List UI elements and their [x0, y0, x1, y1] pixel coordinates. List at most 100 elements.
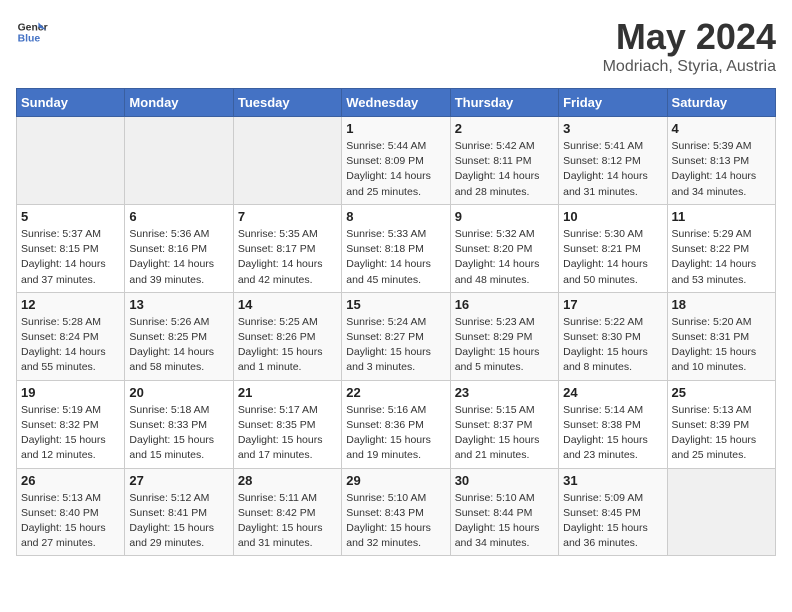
- day-info: Sunrise: 5:10 AMSunset: 8:44 PMDaylight:…: [455, 491, 554, 552]
- day-info: Sunrise: 5:32 AMSunset: 8:20 PMDaylight:…: [455, 227, 554, 288]
- day-info: Sunrise: 5:37 AMSunset: 8:15 PMDaylight:…: [21, 227, 120, 288]
- calendar-cell: 1 Sunrise: 5:44 AMSunset: 8:09 PMDaylight…: [342, 117, 450, 205]
- day-number: 7: [238, 209, 337, 224]
- day-info: Sunrise: 5:15 AMSunset: 8:37 PMDaylight:…: [455, 403, 554, 464]
- calendar-cell: 19Sunrise: 5:19 AMSunset: 8:32 PMDayligh…: [17, 380, 125, 468]
- day-number: 30: [455, 473, 554, 488]
- day-number: 31: [563, 473, 662, 488]
- day-info: Sunrise: 5:25 AMSunset: 8:26 PMDaylight:…: [238, 315, 337, 376]
- calendar-cell: 10 Sunrise: 5:30 AMSunset: 8:21 PMDayligh…: [559, 204, 667, 292]
- calendar-cell: 4Sunrise: 5:39 AMSunset: 8:13 PMDaylight…: [667, 117, 775, 205]
- dow-header-friday: Friday: [559, 89, 667, 117]
- page-subtitle: Modriach, Styria, Austria: [603, 58, 776, 76]
- calendar-week-3: 12Sunrise: 5:28 AMSunset: 8:24 PMDayligh…: [17, 292, 776, 380]
- calendar-cell: 9Sunrise: 5:32 AMSunset: 8:20 PMDaylight…: [450, 204, 558, 292]
- day-info: Sunrise: 5:11 AMSunset: 8:42 PMDaylight:…: [238, 491, 337, 552]
- day-info: Sunrise: 5:13 AMSunset: 8:39 PMDaylight:…: [672, 403, 771, 464]
- calendar-cell: 23 Sunrise: 5:15 AMSunset: 8:37 PMDayligh…: [450, 380, 558, 468]
- day-number: 29: [346, 473, 445, 488]
- calendar-cell: 3Sunrise: 5:41 AMSunset: 8:12 PMDaylight…: [559, 117, 667, 205]
- dow-header-wednesday: Wednesday: [342, 89, 450, 117]
- day-info: Sunrise: 5:16 AMSunset: 8:36 PMDaylight:…: [346, 403, 445, 464]
- calendar-cell: 29 Sunrise: 5:10 AMSunset: 8:43 PMDayligh…: [342, 468, 450, 556]
- day-number: 13: [129, 297, 228, 312]
- day-number: 8: [346, 209, 445, 224]
- day-info: Sunrise: 5:29 AMSunset: 8:22 PMDaylight:…: [672, 227, 771, 288]
- day-number: 10: [563, 209, 662, 224]
- logo: General Blue General Blue: [16, 16, 48, 48]
- calendar-cell: 14 Sunrise: 5:25 AMSunset: 8:26 PMDayligh…: [233, 292, 341, 380]
- day-number: 6: [129, 209, 228, 224]
- calendar-cell: 27Sunrise: 5:12 AMSunset: 8:41 PMDayligh…: [125, 468, 233, 556]
- day-number: 4: [672, 121, 771, 136]
- day-number: 1: [346, 121, 445, 136]
- dow-header-thursday: Thursday: [450, 89, 558, 117]
- day-number: 5: [21, 209, 120, 224]
- calendar-cell: [233, 117, 341, 205]
- calendar-cell: 6 Sunrise: 5:36 AMSunset: 8:16 PMDaylight…: [125, 204, 233, 292]
- page-header: General Blue General Blue May 2024 Modri…: [16, 16, 776, 76]
- day-info: Sunrise: 5:30 AMSunset: 8:21 PMDaylight:…: [563, 227, 662, 288]
- calendar-cell: 11 Sunrise: 5:29 AMSunset: 8:22 PMDayligh…: [667, 204, 775, 292]
- day-info: Sunrise: 5:42 AMSunset: 8:11 PMDaylight:…: [455, 139, 554, 200]
- day-info: Sunrise: 5:26 AMSunset: 8:25 PMDaylight:…: [129, 315, 228, 376]
- day-number: 24: [563, 385, 662, 400]
- day-number: 3: [563, 121, 662, 136]
- calendar-cell: 2 Sunrise: 5:42 AMSunset: 8:11 PMDaylight…: [450, 117, 558, 205]
- day-number: 16: [455, 297, 554, 312]
- day-number: 2: [455, 121, 554, 136]
- day-info: Sunrise: 5:23 AMSunset: 8:29 PMDaylight:…: [455, 315, 554, 376]
- day-info: Sunrise: 5:22 AMSunset: 8:30 PMDaylight:…: [563, 315, 662, 376]
- dow-header-sunday: Sunday: [17, 89, 125, 117]
- calendar-cell: 15 Sunrise: 5:24 AMSunset: 8:27 PMDayligh…: [342, 292, 450, 380]
- day-number: 21: [238, 385, 337, 400]
- title-area: May 2024 Modriach, Styria, Austria: [603, 16, 776, 76]
- calendar-cell: 12Sunrise: 5:28 AMSunset: 8:24 PMDayligh…: [17, 292, 125, 380]
- calendar-cell: 8Sunrise: 5:33 AMSunset: 8:18 PMDaylight…: [342, 204, 450, 292]
- calendar-cell: 13 Sunrise: 5:26 AMSunset: 8:25 PMDayligh…: [125, 292, 233, 380]
- dow-header-monday: Monday: [125, 89, 233, 117]
- calendar-cell: 20 Sunrise: 5:18 AMSunset: 8:33 PMDayligh…: [125, 380, 233, 468]
- day-number: 14: [238, 297, 337, 312]
- day-info: Sunrise: 5:20 AMSunset: 8:31 PMDaylight:…: [672, 315, 771, 376]
- day-info: Sunrise: 5:14 AMSunset: 8:38 PMDaylight:…: [563, 403, 662, 464]
- day-info: Sunrise: 5:19 AMSunset: 8:32 PMDaylight:…: [21, 403, 120, 464]
- page-title: May 2024: [603, 16, 776, 58]
- day-info: Sunrise: 5:09 AMSunset: 8:45 PMDaylight:…: [563, 491, 662, 552]
- day-info: Sunrise: 5:17 AMSunset: 8:35 PMDaylight:…: [238, 403, 337, 464]
- calendar-cell: 30 Sunrise: 5:10 AMSunset: 8:44 PMDayligh…: [450, 468, 558, 556]
- calendar-cell: 17 Sunrise: 5:22 AMSunset: 8:30 PMDayligh…: [559, 292, 667, 380]
- day-number: 18: [672, 297, 771, 312]
- day-info: Sunrise: 5:44 AMSunset: 8:09 PMDaylight:…: [346, 139, 445, 200]
- day-number: 20: [129, 385, 228, 400]
- calendar-cell: 7 Sunrise: 5:35 AMSunset: 8:17 PMDaylight…: [233, 204, 341, 292]
- day-info: Sunrise: 5:24 AMSunset: 8:27 PMDaylight:…: [346, 315, 445, 376]
- calendar-week-5: 26 Sunrise: 5:13 AMSunset: 8:40 PMDayligh…: [17, 468, 776, 556]
- day-number: 11: [672, 209, 771, 224]
- day-info: Sunrise: 5:36 AMSunset: 8:16 PMDaylight:…: [129, 227, 228, 288]
- day-number: 17: [563, 297, 662, 312]
- calendar-week-2: 5 Sunrise: 5:37 AMSunset: 8:15 PMDaylight…: [17, 204, 776, 292]
- day-number: 12: [21, 297, 120, 312]
- day-info: Sunrise: 5:13 AMSunset: 8:40 PMDaylight:…: [21, 491, 120, 552]
- calendar-cell: 24 Sunrise: 5:14 AMSunset: 8:38 PMDayligh…: [559, 380, 667, 468]
- calendar-week-4: 19Sunrise: 5:19 AMSunset: 8:32 PMDayligh…: [17, 380, 776, 468]
- calendar-cell: 22Sunrise: 5:16 AMSunset: 8:36 PMDayligh…: [342, 380, 450, 468]
- day-number: 23: [455, 385, 554, 400]
- day-number: 15: [346, 297, 445, 312]
- day-info: Sunrise: 5:18 AMSunset: 8:33 PMDaylight:…: [129, 403, 228, 464]
- calendar-table: SundayMondayTuesdayWednesdayThursdayFrid…: [16, 88, 776, 556]
- svg-text:Blue: Blue: [18, 34, 41, 45]
- logo-icon: General Blue: [16, 16, 48, 48]
- day-info: Sunrise: 5:35 AMSunset: 8:17 PMDaylight:…: [238, 227, 337, 288]
- day-number: 28: [238, 473, 337, 488]
- day-info: Sunrise: 5:10 AMSunset: 8:43 PMDaylight:…: [346, 491, 445, 552]
- calendar-cell: [17, 117, 125, 205]
- day-number: 25: [672, 385, 771, 400]
- calendar-cell: 18 Sunrise: 5:20 AMSunset: 8:31 PMDayligh…: [667, 292, 775, 380]
- calendar-cell: 26 Sunrise: 5:13 AMSunset: 8:40 PMDayligh…: [17, 468, 125, 556]
- calendar-cell: 25 Sunrise: 5:13 AMSunset: 8:39 PMDayligh…: [667, 380, 775, 468]
- dow-header-saturday: Saturday: [667, 89, 775, 117]
- calendar-cell: [125, 117, 233, 205]
- day-number: 26: [21, 473, 120, 488]
